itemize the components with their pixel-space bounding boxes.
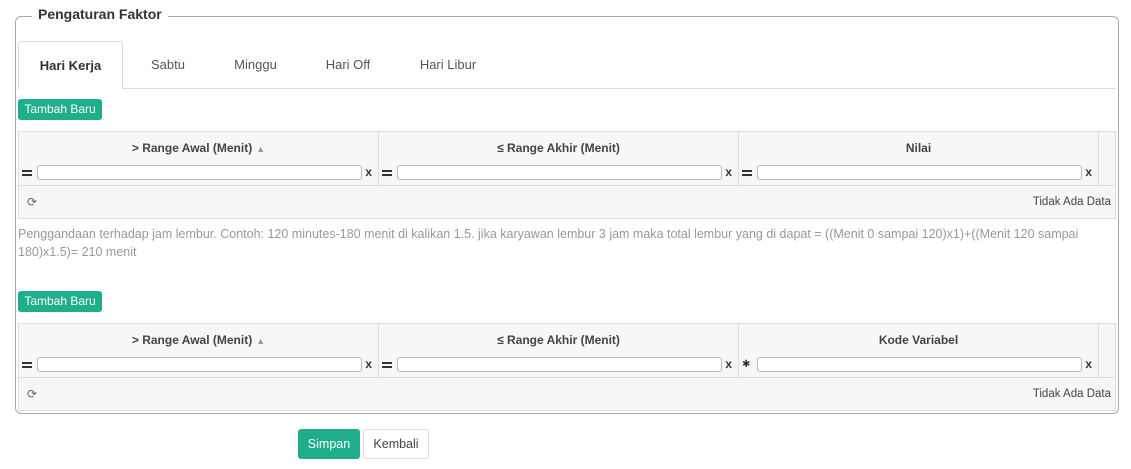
tab-sabtu[interactable]: Sabtu: [133, 41, 203, 89]
equals-icon[interactable]: [22, 359, 34, 368]
tab-bar: Hari Kerja Sabtu Minggu Hari Off Hari Li…: [18, 41, 1115, 90]
sort-icon[interactable]: ▲: [256, 336, 265, 346]
equals-icon[interactable]: [382, 167, 394, 176]
column-title[interactable]: Nilai: [739, 141, 1098, 155]
fieldset-legend: Pengaturan Faktor: [32, 6, 168, 22]
refresh-icon[interactable]: ⟳: [27, 387, 37, 401]
column-range-end: ≤ Range Akhir (Menit) x: [379, 132, 739, 186]
contains-filter-icon[interactable]: ✱: [742, 359, 754, 371]
filter-value-input[interactable]: [757, 165, 1082, 180]
clear-filter-button[interactable]: x: [365, 357, 372, 371]
clear-filter-button[interactable]: x: [725, 165, 732, 179]
filter-range-end-input[interactable]: [397, 165, 722, 180]
filter-variable-code-input[interactable]: [757, 357, 1082, 372]
grid-header: > Range Awal (Menit) ▲ x ≤ Range Akhir (M…: [19, 132, 1115, 186]
filter-range-start-input[interactable]: [37, 357, 362, 372]
tab-hari-libur[interactable]: Hari Libur: [408, 41, 488, 89]
clear-filter-button[interactable]: x: [725, 357, 732, 371]
tab-hari-off[interactable]: Hari Off: [313, 41, 383, 89]
back-button[interactable]: Kembali: [363, 429, 429, 459]
column-variable-code: Kode Variabel ✱ x: [739, 324, 1099, 378]
clear-filter-button[interactable]: x: [1085, 357, 1092, 371]
variable-grid: > Range Awal (Menit) ▲ x ≤ Range Akhir (M…: [18, 323, 1116, 411]
save-button[interactable]: Simpan: [298, 429, 360, 459]
filter-range-start-input[interactable]: [37, 165, 362, 180]
add-new-button[interactable]: Tambah Baru: [18, 99, 102, 120]
column-title[interactable]: Kode Variabel: [739, 333, 1098, 347]
clear-filter-button[interactable]: x: [1085, 165, 1092, 179]
grid-header: > Range Awal (Menit) ▲ x ≤ Range Akhir (M…: [19, 324, 1115, 378]
factor-grid: > Range Awal (Menit) ▲ x ≤ Range Akhir (M…: [18, 131, 1116, 219]
equals-icon[interactable]: [22, 167, 34, 176]
grid-pager: ⟳ Tidak Ada Data: [19, 187, 1115, 218]
sort-icon[interactable]: ▲: [256, 144, 265, 154]
filter-range-end-input[interactable]: [397, 357, 722, 372]
column-range-start: > Range Awal (Menit) ▲ x: [19, 324, 379, 378]
tab-minggu[interactable]: Minggu: [218, 41, 293, 89]
equals-icon[interactable]: [742, 167, 754, 176]
empty-message: Tidak Ada Data: [1032, 388, 1111, 400]
column-title[interactable]: > Range Awal (Menit): [132, 333, 252, 347]
column-title[interactable]: > Range Awal (Menit): [132, 141, 252, 155]
column-value: Nilai x: [739, 132, 1099, 186]
help-text: Penggandaan terhadap jam lembur. Contoh:…: [18, 227, 1079, 259]
add-new-button[interactable]: Tambah Baru: [18, 291, 102, 312]
refresh-icon[interactable]: ⟳: [27, 195, 37, 209]
column-title[interactable]: ≤ Range Akhir (Menit): [379, 141, 738, 155]
column-range-end: ≤ Range Akhir (Menit) x: [379, 324, 739, 378]
clear-filter-button[interactable]: x: [365, 165, 372, 179]
tab-hari-kerja[interactable]: Hari Kerja: [18, 41, 123, 90]
grid-pager: ⟳ Tidak Ada Data: [19, 379, 1115, 410]
equals-icon[interactable]: [382, 359, 394, 368]
empty-message: Tidak Ada Data: [1032, 196, 1111, 208]
column-range-start: > Range Awal (Menit) ▲ x: [19, 132, 379, 186]
column-title[interactable]: ≤ Range Akhir (Menit): [379, 333, 738, 347]
